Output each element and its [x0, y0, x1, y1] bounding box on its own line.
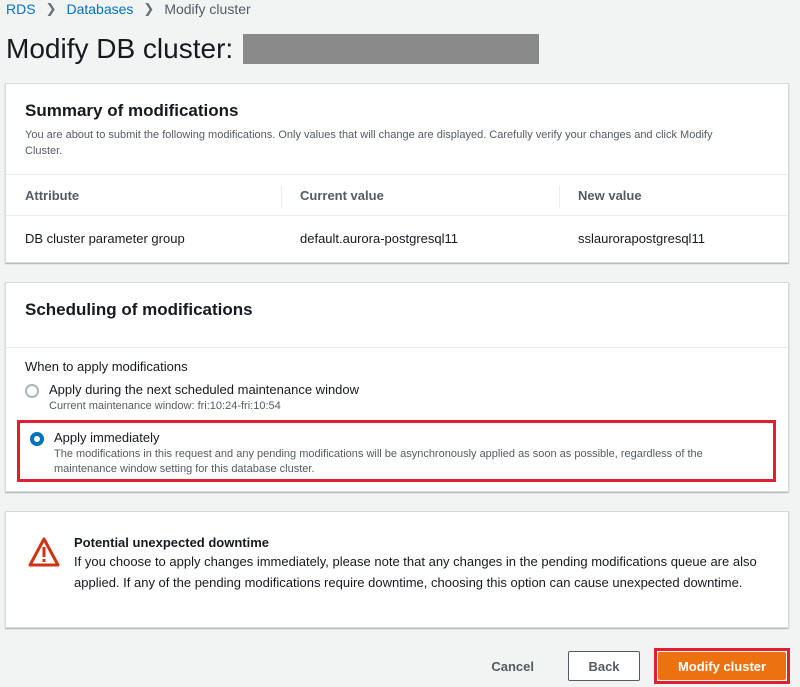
column-header-attribute: Attribute [25, 187, 80, 203]
option-maintenance-window-description: Current maintenance window: fri:10:24-fr… [49, 400, 281, 412]
modify-cluster-button[interactable]: Modify cluster [658, 652, 786, 680]
scheduling-panel: Scheduling of modifications When to appl… [5, 282, 789, 492]
warning-body: If you choose to apply changes immediate… [74, 554, 757, 590]
radio-maintenance-window[interactable] [25, 384, 39, 398]
warning-title: Potential unexpected downtime [74, 535, 270, 550]
column-header-new-value: New value [559, 185, 788, 208]
chevron-right-icon: ❯ [45, 1, 57, 16]
option-apply-immediately[interactable]: Apply immediately The modifications in t… [30, 430, 763, 477]
summary-title: Summary of modifications [25, 101, 239, 120]
modify-cluster-highlight: Modify cluster [654, 648, 790, 684]
breadcrumb: RDS ❯ Databases ❯ Modify cluster [6, 1, 251, 17]
cell-attribute: DB cluster parameter group [25, 230, 185, 246]
summary-panel: Summary of modifications You are about t… [5, 83, 789, 263]
breadcrumb-databases-link[interactable]: Databases [66, 1, 133, 17]
back-button[interactable]: Back [568, 651, 640, 681]
page-title-text: Modify DB cluster: [6, 33, 234, 64]
when-to-apply-label: When to apply modifications [25, 359, 188, 374]
table-header: Attribute Current value New value [6, 174, 788, 216]
column-header-current-value: Current value [281, 185, 559, 208]
scheduling-title: Scheduling of modifications [25, 300, 253, 319]
cell-current-value: default.aurora-postgresql11 [300, 230, 459, 246]
chevron-right-icon: ❯ [143, 1, 155, 16]
table-row: DB cluster parameter group default.auror… [6, 216, 788, 260]
radio-apply-immediately[interactable] [30, 432, 44, 446]
modifications-table: Attribute Current value New value DB clu… [6, 174, 788, 260]
breadcrumb-rds-link[interactable]: RDS [6, 1, 36, 17]
option-maintenance-window[interactable]: Apply during the next scheduled maintena… [25, 382, 769, 414]
breadcrumb-current: Modify cluster [164, 1, 251, 17]
option-apply-immediately-description: The modifications in this request and an… [54, 448, 703, 475]
redacted-cluster-name [243, 34, 540, 64]
apply-immediately-highlight: Apply immediately The modifications in t… [17, 420, 776, 482]
downtime-warning-alert: Potential unexpected downtime If you cho… [5, 511, 789, 628]
cancel-button[interactable]: Cancel [491, 659, 534, 674]
page-title: Modify DB cluster: [6, 33, 540, 65]
option-maintenance-window-label: Apply during the next scheduled maintena… [49, 382, 360, 397]
form-actions: Cancel Back Modify cluster [491, 648, 790, 684]
warning-triangle-icon [28, 537, 60, 567]
cell-new-value: sslaurorapostgresql11 [578, 230, 705, 246]
option-apply-immediately-label: Apply immediately [54, 430, 160, 445]
summary-description: You are about to submit the following mo… [25, 129, 713, 157]
